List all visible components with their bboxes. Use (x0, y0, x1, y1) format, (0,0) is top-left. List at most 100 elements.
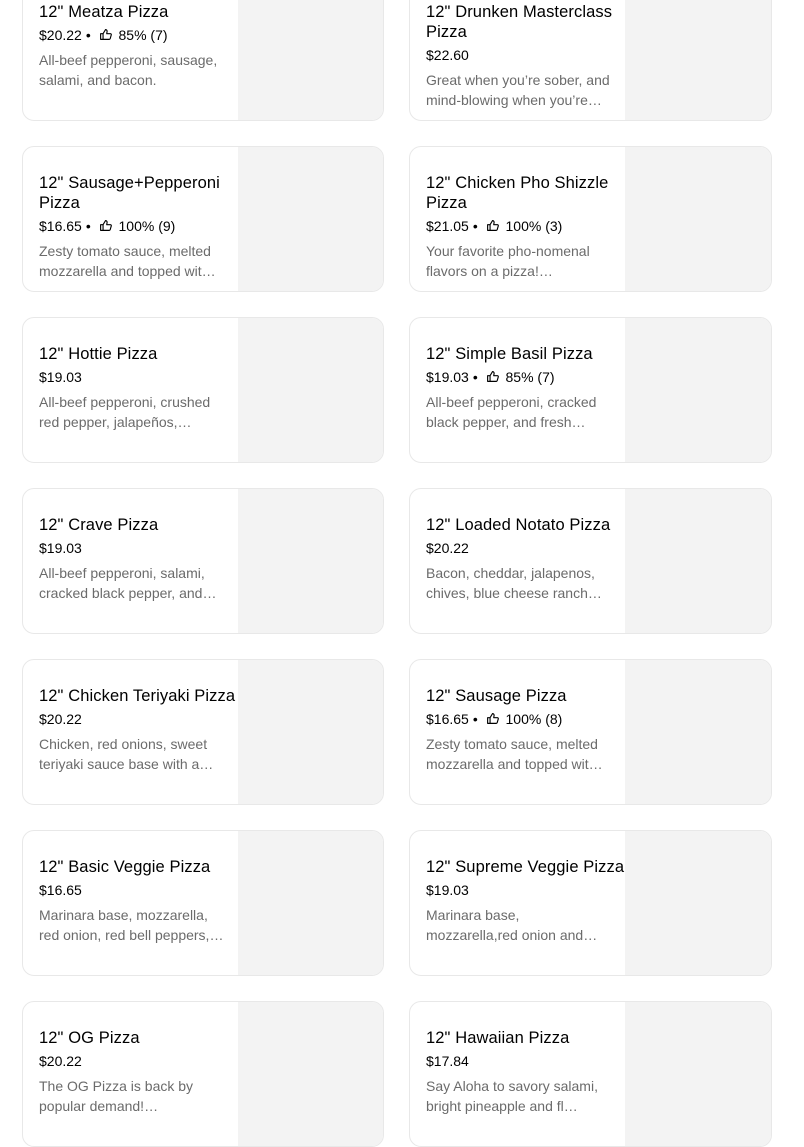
menu-item-price: $22.60 (426, 47, 469, 63)
menu-item-title: 12" OG Pizza (39, 1029, 140, 1047)
menu-item-title: 12" Supreme Veggie Pizza (426, 858, 625, 876)
menu-item-image[interactable] (238, 660, 383, 804)
menu-item-rating-text: 85% (7) (505, 369, 555, 385)
menu-item-card[interactable]: 12" OG Pizza $20.22 The OG Pizza is back… (22, 1001, 384, 1147)
menu-item-rating: • 100% (9) (82, 217, 176, 235)
menu-item-rating-text: 85% (7) (118, 27, 168, 43)
menu-item-card[interactable]: 12" Supreme Veggie Pizza $19.03 Marinara… (409, 830, 772, 976)
menu-item-info: 12" Sausage Pizza $16.65 • 100% (8) Zest… (410, 660, 625, 804)
thumbs-up-icon (486, 220, 499, 231)
menu-item-card[interactable]: 12" Chicken Pho Shizzle Pizza $21.05 • 1… (409, 146, 772, 292)
menu-item-image[interactable] (238, 489, 383, 633)
menu-item-price: $20.22 (426, 540, 469, 556)
menu-item-card[interactable]: 12" Hawaiian Pizza $17.84 Say Aloha to s… (409, 1001, 772, 1147)
menu-item-title: 12" Drunken Masterclass Pizza (426, 3, 613, 41)
menu-item-description: Say Aloha to savory salami, bright pinea… (426, 1078, 598, 1114)
menu-item-rating-text: 100% (8) (505, 711, 563, 727)
menu-item-rating: • 100% (3) (469, 217, 563, 235)
menu-item-meta: $16.65 • 100% (9) (39, 217, 238, 235)
menu-item-image[interactable] (625, 489, 771, 633)
menu-item-price: $20.22 (39, 27, 82, 43)
menu-item-rating: • 85% (7) (82, 26, 168, 44)
menu-item-card[interactable]: 12" Hottie Pizza $19.03 All-beef peppero… (22, 317, 384, 463)
menu-item-info: 12" Chicken Pho Shizzle Pizza $21.05 • 1… (410, 147, 625, 291)
menu-item-info: 12" Basic Veggie Pizza $16.65 Marinara b… (23, 831, 238, 975)
menu-item-card[interactable]: 12" Basic Veggie Pizza $16.65 Marinara b… (22, 830, 384, 976)
menu-item-image[interactable] (238, 1002, 383, 1146)
menu-item-title: 12" Simple Basil Pizza (426, 345, 593, 363)
menu-item-info: 12" Hawaiian Pizza $17.84 Say Aloha to s… (410, 1002, 625, 1146)
menu-item-grid: 12" Meatza Pizza $20.22 • 85% (7) All-be… (22, 0, 772, 1147)
menu-item-title: 12" Loaded Notato Pizza (426, 516, 611, 534)
meta-separator: • (85, 218, 91, 234)
menu-item-card[interactable]: 12" Sausage+Pepperoni Pizza $16.65 • 100… (22, 146, 384, 292)
thumbs-up-icon (99, 29, 112, 40)
menu-item-meta: $19.03 (39, 368, 238, 386)
menu-item-title: 12" Meatza Pizza (39, 3, 169, 21)
menu-item-rating-text: 100% (3) (505, 218, 563, 234)
menu-item-info: 12" Crave Pizza $19.03 All-beef pepperon… (23, 489, 238, 633)
menu-item-meta: $20.22 (39, 1052, 238, 1070)
menu-item-meta: $19.03 • 85% (7) (426, 368, 625, 386)
menu-item-card[interactable]: 12" Crave Pizza $19.03 All-beef pepperon… (22, 488, 384, 634)
menu-item-title: 12" Hottie Pizza (39, 345, 158, 363)
menu-item-description: The OG Pizza is back by popular demand!… (39, 1078, 194, 1114)
menu-item-meta: $19.03 (39, 539, 238, 557)
menu-item-meta: $16.65 • 100% (8) (426, 710, 625, 728)
menu-item-price: $21.05 (426, 218, 469, 234)
menu-item-price: $17.84 (426, 1053, 469, 1069)
meta-separator: • (85, 27, 91, 43)
menu-item-info: 12" OG Pizza $20.22 The OG Pizza is back… (23, 1002, 238, 1146)
menu-item-image[interactable] (625, 0, 771, 120)
menu-item-description: All-beef pepperoni, salami, cracked blac… (39, 565, 217, 601)
thumbs-up-icon (486, 713, 499, 724)
menu-item-image[interactable] (625, 831, 771, 975)
menu-item-card[interactable]: 12" Loaded Notato Pizza $20.22 Bacon, ch… (409, 488, 772, 634)
menu-item-price: $19.03 (426, 882, 469, 898)
menu-item-card[interactable]: 12" Simple Basil Pizza $19.03 • 85% (7) … (409, 317, 772, 463)
menu-item-rating-text: 100% (9) (118, 218, 176, 234)
menu-item-image[interactable] (625, 660, 771, 804)
menu-item-image[interactable] (238, 147, 383, 291)
menu-item-card[interactable]: 12" Drunken Masterclass Pizza $22.60 Gre… (409, 0, 772, 121)
menu-item-price: $16.65 (39, 882, 82, 898)
menu-item-meta: $20.22 • 85% (7) (39, 26, 238, 44)
menu-item-card[interactable]: 12" Meatza Pizza $20.22 • 85% (7) All-be… (22, 0, 384, 121)
menu-item-meta: $16.65 (39, 881, 238, 899)
menu-item-image[interactable] (238, 0, 383, 120)
menu-item-meta: $17.84 (426, 1052, 625, 1070)
menu-item-description: Zesty tomato sauce, melted mozzarella an… (39, 243, 216, 279)
menu-item-description: All-beef pepperoni, cracked black pepper… (426, 394, 597, 430)
menu-item-info: 12" Meatza Pizza $20.22 • 85% (7) All-be… (23, 0, 238, 120)
menu-item-meta: $21.05 • 100% (3) (426, 217, 625, 235)
menu-item-description: Bacon, cheddar, jalapenos, chives, blue … (426, 565, 602, 601)
menu-item-description: All-beef pepperoni, sausage, salami, and… (39, 52, 218, 88)
menu-item-description: Zesty tomato sauce, melted mozzarella an… (426, 736, 603, 772)
meta-separator: • (472, 218, 478, 234)
menu-item-info: 12" Simple Basil Pizza $19.03 • 85% (7) … (410, 318, 625, 462)
thumbs-up-icon (99, 220, 112, 231)
menu-item-description: Great when you’re sober, and mind-blowin… (426, 72, 610, 108)
menu-item-title: 12" Sausage Pizza (426, 687, 567, 705)
menu-item-image[interactable] (625, 318, 771, 462)
menu-item-meta: $22.60 (426, 46, 625, 64)
menu-item-description: All-beef pepperoni, crushed red pepper, … (39, 394, 211, 430)
menu-item-image[interactable] (238, 831, 383, 975)
menu-item-price: $20.22 (39, 1053, 82, 1069)
menu-item-image[interactable] (238, 318, 383, 462)
menu-item-image[interactable] (625, 1002, 771, 1146)
menu-item-price: $16.65 (39, 218, 82, 234)
menu-item-title: 12" Basic Veggie Pizza (39, 858, 211, 876)
menu-item-description: Marinara base, mozzarella, red onion, re… (39, 907, 224, 943)
menu-item-description: Chicken, red onions, sweet teriyaki sauc… (39, 736, 214, 772)
menu-item-rating: • 100% (8) (469, 710, 563, 728)
menu-item-card[interactable]: 12" Chicken Teriyaki Pizza $20.22 Chicke… (22, 659, 384, 805)
menu-item-price: $16.65 (426, 711, 469, 727)
menu-item-image[interactable] (625, 147, 771, 291)
thumbs-up-icon (486, 371, 499, 382)
menu-item-card[interactable]: 12" Sausage Pizza $16.65 • 100% (8) Zest… (409, 659, 772, 805)
menu-item-info: 12" Loaded Notato Pizza $20.22 Bacon, ch… (410, 489, 625, 633)
menu-item-info: 12" Hottie Pizza $19.03 All-beef peppero… (23, 318, 238, 462)
menu-item-price: $20.22 (39, 711, 82, 727)
menu-item-meta: $19.03 (426, 881, 625, 899)
